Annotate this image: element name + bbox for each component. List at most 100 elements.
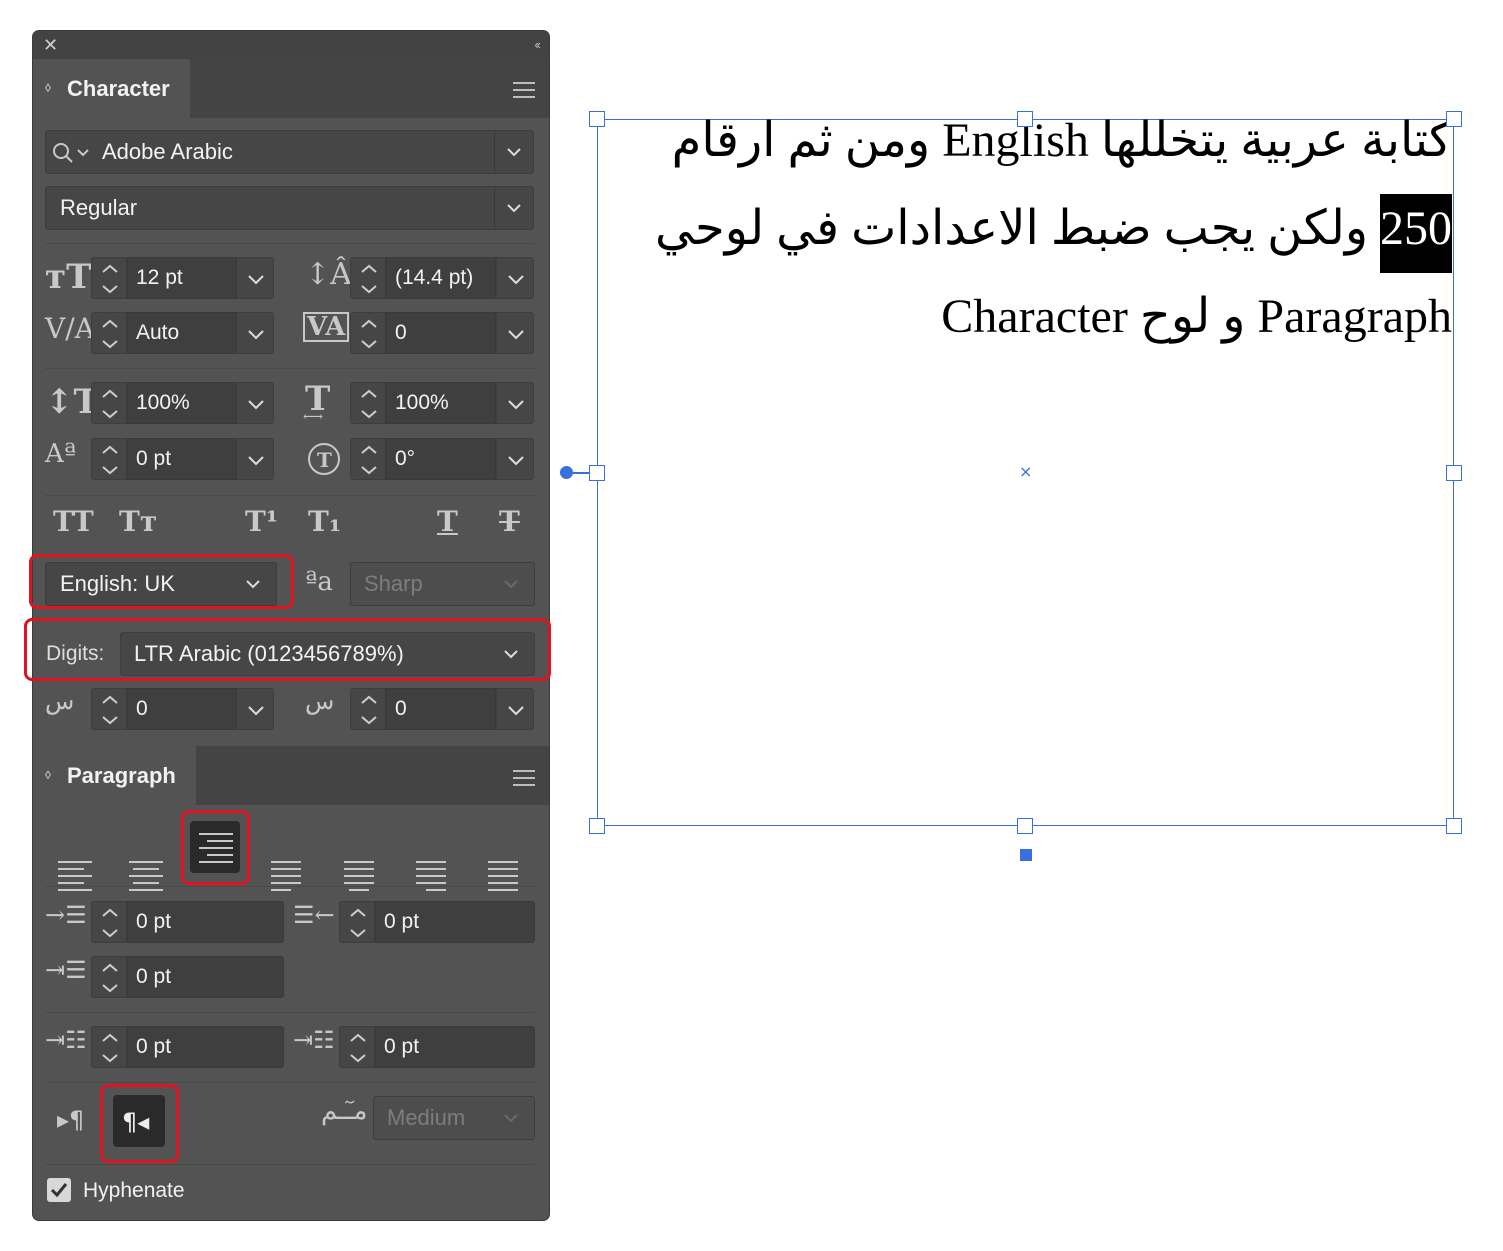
panel-menu-icon[interactable] bbox=[513, 765, 535, 791]
strikethrough-icon[interactable]: T bbox=[499, 505, 520, 538]
out-port-icon[interactable] bbox=[1020, 849, 1032, 861]
first-line-indent-field[interactable]: 0 pt bbox=[91, 956, 284, 998]
left-indent-field[interactable]: 0 pt bbox=[91, 901, 284, 943]
first-line-indent-input[interactable]: 0 pt bbox=[127, 956, 284, 998]
chevron-down-icon[interactable] bbox=[236, 257, 274, 299]
stepper-icon[interactable] bbox=[350, 688, 386, 730]
resize-handle-middle-right[interactable] bbox=[1446, 465, 1462, 481]
baseline-shift-field[interactable]: 0 pt bbox=[91, 438, 274, 480]
right-indent-field[interactable]: 0 pt bbox=[339, 901, 535, 943]
resize-handle-bottom-left[interactable] bbox=[589, 818, 605, 834]
justify-all-button[interactable] bbox=[480, 849, 530, 901]
svg-text:T: T bbox=[317, 448, 332, 472]
font-style-dropdown[interactable]: Regular bbox=[45, 186, 534, 230]
space-before-field[interactable]: 0 pt bbox=[91, 1026, 284, 1068]
leading-field[interactable]: (14.4 pt) bbox=[350, 257, 534, 299]
tab-character[interactable]: ◊ Character bbox=[33, 59, 190, 118]
panel-menu-icon[interactable] bbox=[513, 77, 535, 103]
right-indent-input[interactable]: 0 pt bbox=[375, 901, 535, 943]
superscript-icon[interactable]: T¹ bbox=[245, 505, 278, 538]
justify-center-button[interactable] bbox=[336, 849, 386, 901]
stepper-icon[interactable] bbox=[91, 382, 127, 424]
close-icon[interactable]: ✕ bbox=[43, 36, 58, 54]
diacritic-vertical-icon: ٜس bbox=[305, 687, 335, 715]
space-before-input[interactable]: 0 pt bbox=[127, 1026, 284, 1068]
horizontal-scale-field[interactable]: 100% bbox=[350, 382, 534, 424]
space-after-input[interactable]: 0 pt bbox=[375, 1026, 535, 1068]
stepper-icon[interactable] bbox=[350, 382, 386, 424]
divider bbox=[45, 886, 535, 887]
rotation-input[interactable]: 0° bbox=[386, 438, 496, 480]
font-size-input[interactable]: 12 pt bbox=[127, 257, 236, 299]
stepper-icon[interactable] bbox=[91, 312, 127, 354]
justify-right-button[interactable] bbox=[408, 849, 458, 901]
left-indent-input[interactable]: 0 pt bbox=[127, 901, 284, 943]
stepper-icon[interactable] bbox=[91, 901, 127, 943]
resize-handle-bottom-center[interactable] bbox=[1017, 818, 1033, 834]
baseline-shift-input[interactable]: 0 pt bbox=[127, 438, 236, 480]
expand-icon[interactable]: ◊ bbox=[45, 59, 51, 118]
chevron-down-icon[interactable] bbox=[496, 688, 534, 730]
stepper-icon[interactable] bbox=[91, 257, 127, 299]
font-family-dropdown[interactable]: Adobe Arabic bbox=[45, 130, 534, 174]
horizontal-scale-input[interactable]: 100% bbox=[386, 382, 496, 424]
underline-icon[interactable]: T bbox=[437, 505, 458, 538]
tracking-input[interactable]: 0 bbox=[386, 312, 496, 354]
resize-handle-bottom-right[interactable] bbox=[1446, 818, 1462, 834]
kerning-field[interactable]: Auto bbox=[91, 312, 274, 354]
resize-handle-top-center[interactable] bbox=[1017, 111, 1033, 127]
stepper-icon[interactable] bbox=[339, 1026, 375, 1068]
antialiasing-dropdown[interactable]: Sharp bbox=[350, 562, 535, 606]
kashida-dropdown[interactable]: Medium bbox=[373, 1096, 535, 1140]
resize-handle-middle-left[interactable] bbox=[589, 465, 605, 481]
chevron-down-icon[interactable] bbox=[504, 563, 524, 605]
all-caps-icon[interactable]: TT bbox=[53, 505, 94, 538]
diacritic-y-input[interactable]: 0 bbox=[386, 688, 496, 730]
chevron-down-icon[interactable] bbox=[496, 257, 534, 299]
stepper-icon[interactable] bbox=[91, 438, 127, 480]
collapse-icon[interactable]: ‹‹ bbox=[534, 37, 541, 52]
stepper-icon[interactable] bbox=[91, 688, 127, 730]
resize-handle-top-right[interactable] bbox=[1446, 111, 1462, 127]
chevron-down-icon[interactable] bbox=[494, 131, 533, 173]
diacritic-x-input[interactable]: 0 bbox=[127, 688, 236, 730]
chevron-down-icon[interactable] bbox=[496, 312, 534, 354]
tracking-icon: VA bbox=[303, 312, 350, 342]
diacritic-y-field[interactable]: 0 bbox=[350, 688, 534, 730]
small-caps-icon[interactable]: Tт bbox=[119, 505, 157, 538]
kerning-input[interactable]: Auto bbox=[127, 312, 236, 354]
vertical-scale-input[interactable]: 100% bbox=[127, 382, 236, 424]
justify-left-button[interactable] bbox=[263, 849, 313, 901]
expand-icon[interactable]: ◊ bbox=[45, 746, 51, 805]
ltr-direction-icon[interactable]: ▸¶ bbox=[57, 1106, 84, 1134]
chevron-down-icon[interactable] bbox=[236, 382, 274, 424]
space-after-field[interactable]: 0 pt bbox=[339, 1026, 535, 1068]
diacritic-x-field[interactable]: 0 bbox=[91, 688, 274, 730]
chevron-down-icon[interactable] bbox=[236, 688, 274, 730]
stepper-icon[interactable] bbox=[339, 901, 375, 943]
stepper-icon[interactable] bbox=[91, 1026, 127, 1068]
tab-paragraph[interactable]: ◊ Paragraph bbox=[33, 746, 196, 805]
chevron-down-icon[interactable] bbox=[494, 187, 533, 229]
align-center-button[interactable] bbox=[121, 849, 171, 901]
subscript-icon[interactable]: T₁ bbox=[308, 505, 341, 538]
vertical-scale-field[interactable]: 100% bbox=[91, 382, 274, 424]
stepper-icon[interactable] bbox=[350, 257, 386, 299]
font-size-field[interactable]: 12 pt bbox=[91, 257, 274, 299]
stepper-icon[interactable] bbox=[91, 956, 127, 998]
chevron-down-icon[interactable] bbox=[496, 438, 534, 480]
tracking-field[interactable]: 0 bbox=[350, 312, 534, 354]
antialiasing-icon: ªa bbox=[305, 567, 333, 597]
chevron-down-icon[interactable] bbox=[504, 1097, 524, 1139]
hyphenate-checkbox[interactable] bbox=[47, 1178, 71, 1202]
leading-input[interactable]: (14.4 pt) bbox=[386, 257, 496, 299]
resize-handle-top-left[interactable] bbox=[589, 111, 605, 127]
in-port-icon[interactable] bbox=[560, 466, 573, 479]
stepper-icon[interactable] bbox=[350, 438, 386, 480]
rotation-field[interactable]: 0° bbox=[350, 438, 534, 480]
chevron-down-icon[interactable] bbox=[236, 438, 274, 480]
chevron-down-icon[interactable] bbox=[496, 382, 534, 424]
stepper-icon[interactable] bbox=[350, 312, 386, 354]
align-left-button[interactable] bbox=[51, 849, 101, 901]
chevron-down-icon[interactable] bbox=[236, 312, 274, 354]
